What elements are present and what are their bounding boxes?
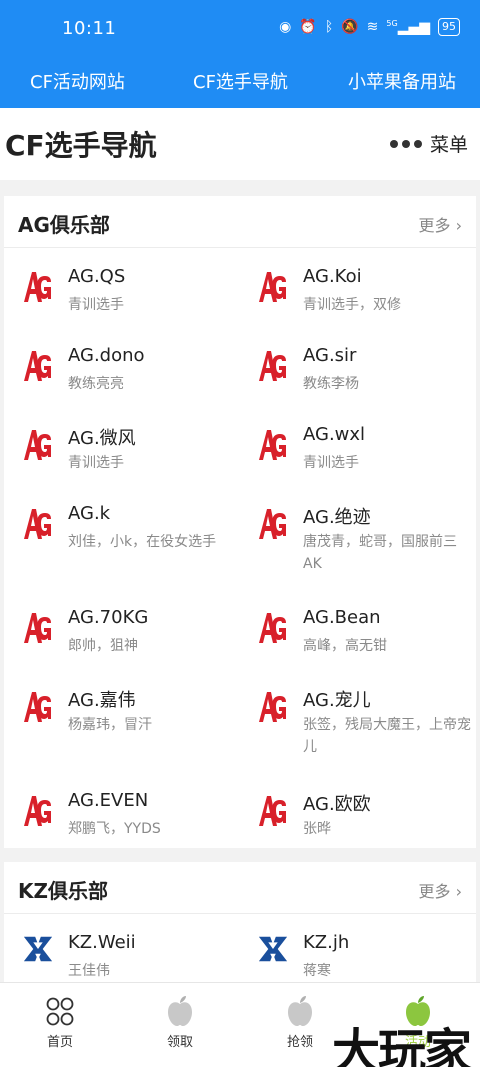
signal-icon: 5G▂▄▆ [386, 18, 430, 36]
player-description: 青训选手 [68, 297, 124, 313]
tab-home[interactable]: 首页 [20, 995, 100, 1050]
more-dots-icon [389, 139, 422, 148]
apple-icon [288, 996, 312, 1026]
player-description: 高峰，高无钳 [303, 638, 387, 654]
nav-backup-site[interactable]: 小苹果备用站 [348, 68, 456, 94]
player-name: KZ.Weii [68, 932, 136, 953]
bluetooth-icon: ᛒ [324, 19, 334, 35]
ag-logo-icon [257, 792, 287, 828]
ag-logo-icon [257, 609, 287, 645]
player-name: AG.绝迹 [303, 507, 371, 528]
mute-icon: 🔕 [341, 19, 359, 35]
player-name: AG.Bean [303, 607, 381, 628]
watermark-logo: 大玩家 [332, 1024, 472, 1067]
ag-logo-icon [22, 609, 52, 645]
player-name: AG.微风 [68, 428, 136, 449]
kz-logo-icon [257, 934, 288, 970]
apple-icon [168, 996, 192, 1026]
player-description: 唐茂青，蛇哥，国服前三AK [303, 534, 457, 572]
player-description: 青训选手，双修 [303, 297, 401, 313]
player-name: AG.70KG [68, 607, 149, 628]
player-name: AG.EVEN [68, 790, 149, 811]
page-header: CF选手导航 菜单 [0, 108, 480, 180]
eye-icon: ◉ [279, 19, 292, 35]
ag-logo-icon [22, 688, 52, 724]
nav-cf-player-guide[interactable]: CF选手导航 [193, 68, 288, 94]
tab-claim[interactable]: 领取 [140, 995, 220, 1050]
player-description: 郎帅，狙神 [68, 638, 138, 654]
top-nav: CF活动网站 CF选手导航 小苹果备用站 [0, 58, 480, 108]
ag-logo-icon [22, 268, 52, 304]
page-title: CF选手导航 [5, 129, 157, 162]
player-name: AG.sir [303, 345, 357, 366]
tab-grab[interactable]: 抢领 [260, 995, 340, 1050]
player-name: AG.dono [68, 345, 145, 366]
menu-label: 菜单 [429, 134, 468, 156]
player-description: 张签，残局大魔王，上帝宠儿 [303, 717, 471, 755]
player-name: AG.Koi [303, 266, 362, 287]
player-name: AG.宠儿 [303, 690, 371, 711]
section-title: KZ俱乐部 [18, 879, 108, 903]
player-description: 刘佳，小k，在役女选手 [68, 534, 217, 550]
section-title: AG俱乐部 [18, 213, 110, 237]
alarm-icon: ⏰ [299, 19, 317, 35]
ag-logo-icon [22, 505, 52, 541]
ag-logo-icon [22, 426, 52, 462]
battery-icon: 95 [438, 18, 460, 36]
player-description: 教练李杨 [303, 376, 359, 392]
menu-button[interactable]: 菜单 [389, 130, 468, 157]
section-header: KZ俱乐部 更多 › [4, 862, 476, 914]
ag-logo-icon [257, 347, 287, 383]
player-name: AG.wxl [303, 424, 366, 445]
player-description: 张晔 [303, 821, 331, 837]
nav-cf-activity[interactable]: CF活动网站 [30, 68, 125, 94]
tab-label: 首页 [46, 1035, 73, 1050]
player-name: AG.嘉伟 [68, 690, 136, 711]
ag-logo-icon [22, 792, 52, 828]
status-icons: ◉ ⏰ ᛒ 🔕 ≋ 5G▂▄▆ 95 [279, 18, 460, 36]
player-description: 蒋寒 [303, 963, 331, 979]
tab-label: 抢领 [286, 1035, 313, 1050]
status-bar: 10:11 ◉ ⏰ ᛒ 🔕 ≋ 5G▂▄▆ 95 [0, 0, 480, 58]
ag-logo-icon [257, 426, 287, 462]
player-name: AG.QS [68, 266, 126, 287]
section-kz-club: KZ俱乐部 更多 › KZ.Weii 王佳伟 KZ.jh 蒋寒 [4, 862, 476, 982]
section-ag-club: AG俱乐部 更多 › AG.QS 青训选手 AG.Koi 青训选手，双修 AG.dono… [4, 196, 476, 848]
player-name: KZ.jh [303, 932, 350, 953]
player-description: 郑鹏飞，YYDS [68, 821, 161, 837]
player-description: 王佳伟 [68, 963, 110, 979]
section-header: AG俱乐部 更多 › [4, 196, 476, 248]
wifi-icon: ≋ [366, 19, 379, 35]
ag-logo-icon [257, 505, 287, 541]
kz-logo-icon [22, 934, 53, 970]
player-description: 青训选手 [68, 455, 124, 471]
more-link[interactable]: 更多 › [419, 878, 463, 902]
tab-label: 领取 [166, 1035, 193, 1050]
player-name: AG.k [68, 503, 111, 524]
player-description: 青训选手 [303, 455, 359, 471]
status-time: 10:11 [62, 18, 117, 39]
player-description: 杨嘉玮，冒汗 [68, 717, 152, 733]
player-description: 教练亮亮 [68, 376, 124, 392]
ag-logo-icon [22, 347, 52, 383]
ag-logo-icon [257, 268, 287, 304]
player-name: AG.欧欧 [303, 794, 371, 815]
grid-icon [46, 997, 74, 1026]
ag-logo-icon [257, 688, 287, 724]
more-link[interactable]: 更多 › [419, 212, 463, 236]
